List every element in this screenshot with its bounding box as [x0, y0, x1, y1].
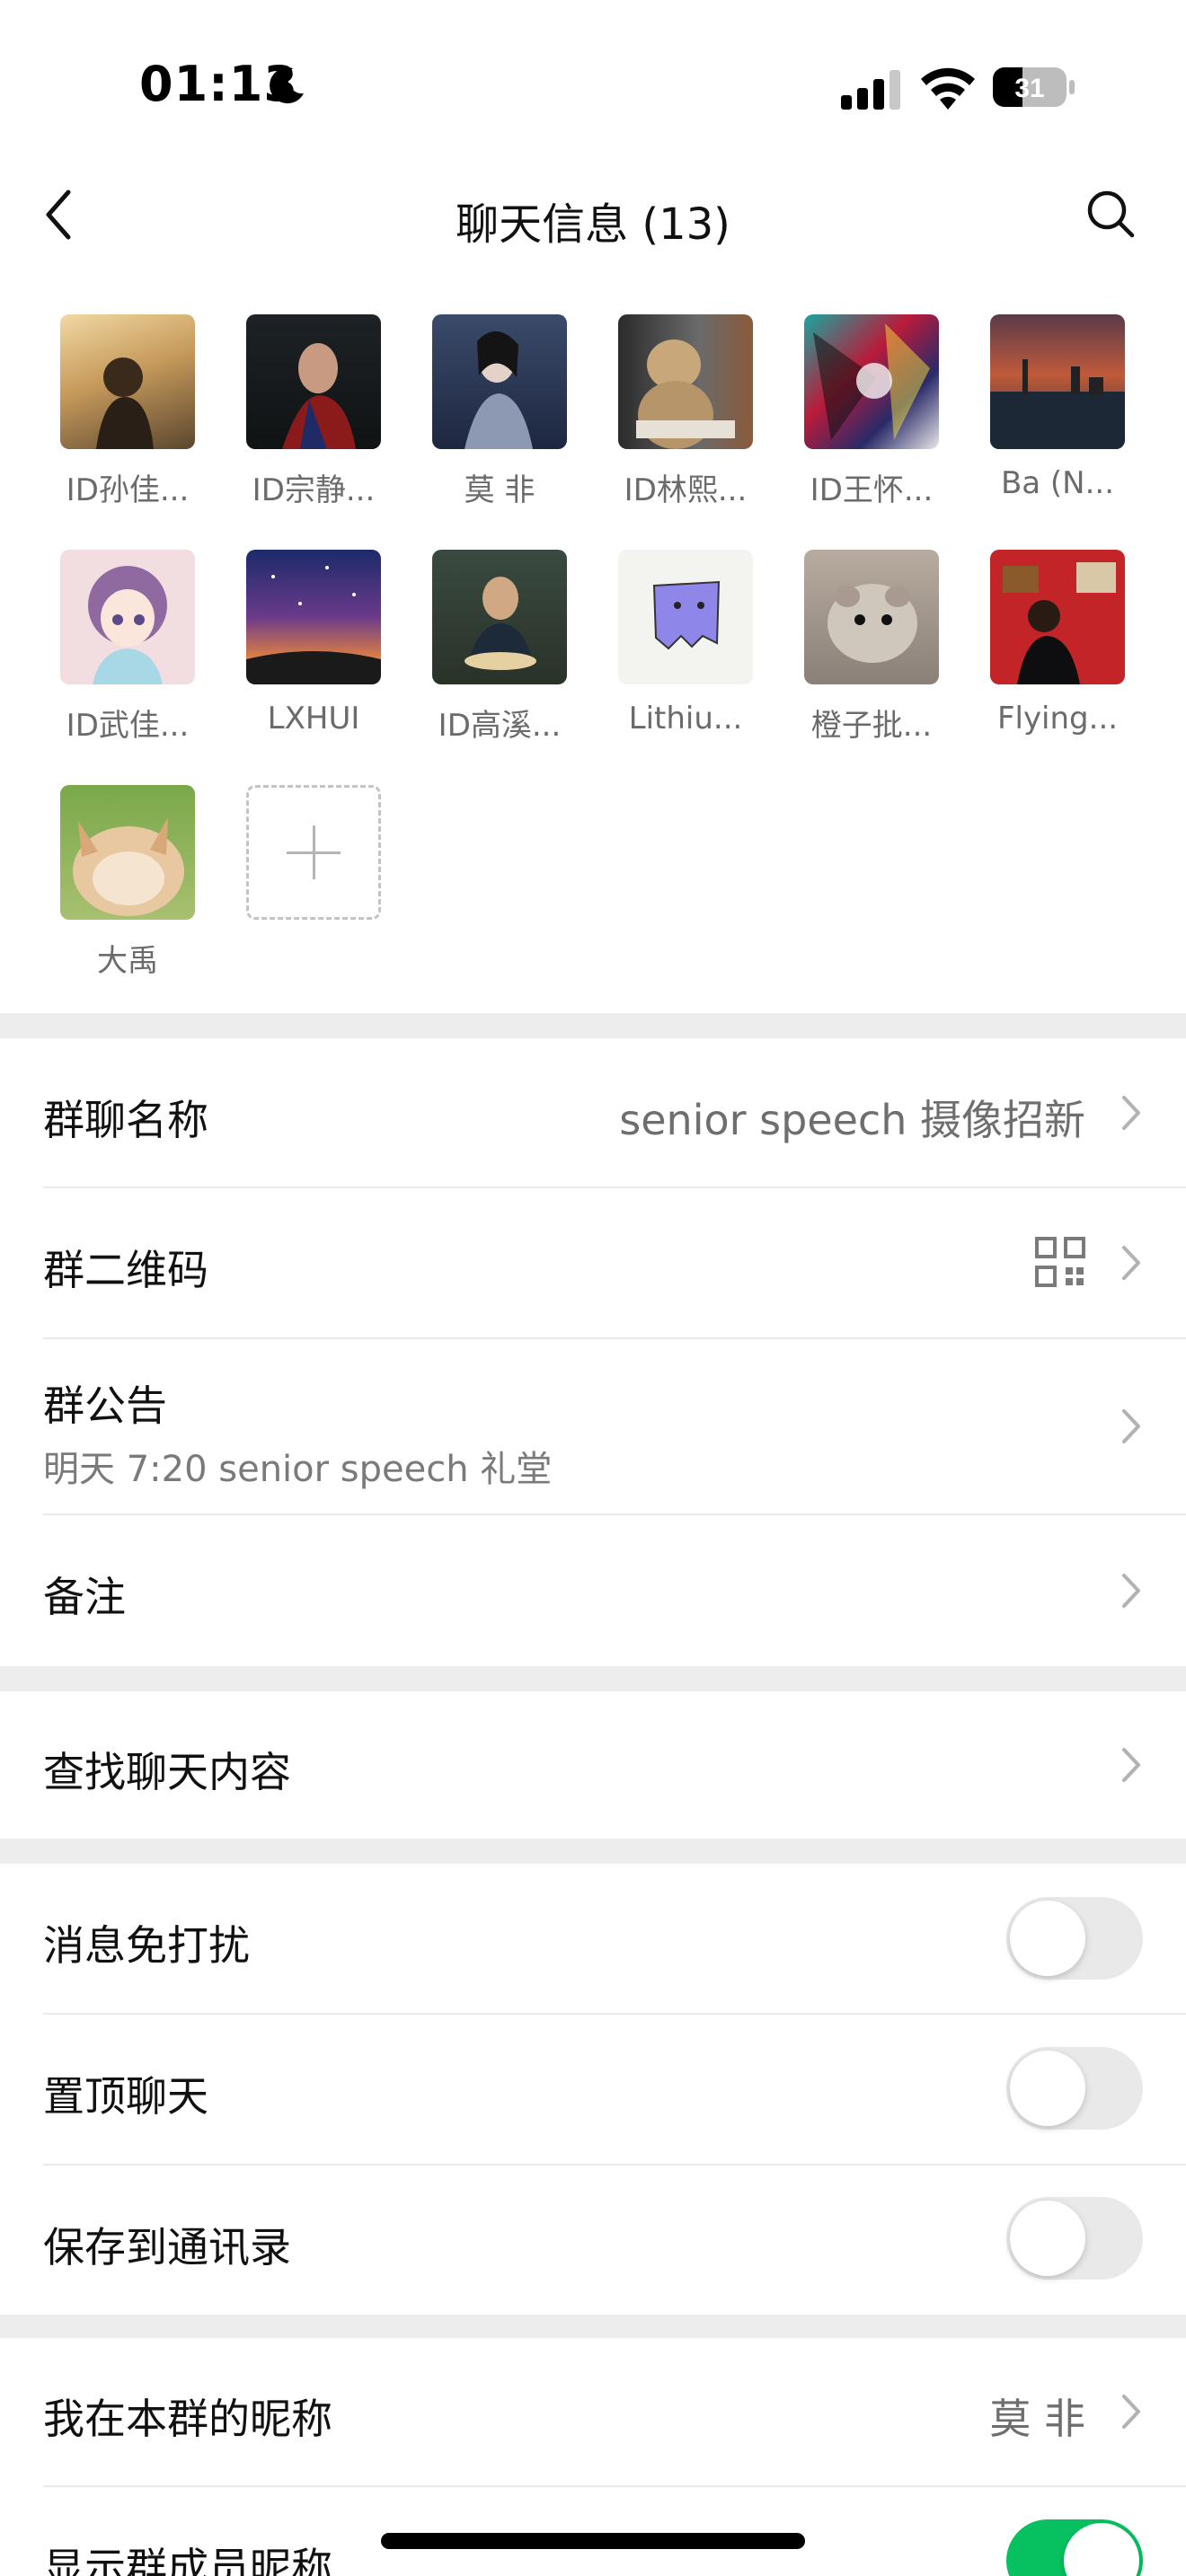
home-indicator: [381, 2533, 805, 2549]
member-item[interactable]: LXHUI: [242, 550, 385, 765]
avatar: [246, 550, 381, 684]
search-history-label: 查找聊天内容: [43, 1748, 291, 1796]
show-nicknames-toggle[interactable]: [1006, 2519, 1143, 2576]
member-item[interactable]: ID林熙...: [614, 314, 757, 530]
chevron-right-icon: [1122, 1246, 1140, 1280]
member-item[interactable]: ID武佳...: [56, 550, 199, 765]
avatar: [618, 550, 753, 684]
moon-icon: [270, 67, 304, 104]
member-item[interactable]: ID宗静...: [242, 314, 385, 530]
member-item[interactable]: ID孙佳...: [56, 314, 199, 530]
avatar: [60, 314, 195, 449]
member-item[interactable]: Lithiu...: [614, 550, 757, 765]
avatar: [990, 550, 1125, 684]
toggle-knob: [1010, 2201, 1085, 2276]
avatar: [432, 550, 567, 684]
member-item[interactable]: Ba (N...: [986, 314, 1129, 530]
group-name-value: senior speech 摄像招新: [619, 1096, 1085, 1144]
my-nickname-row[interactable]: 我在本群的昵称 莫 非: [0, 2338, 1186, 2485]
toggle-knob: [1010, 2051, 1085, 2126]
remark-row[interactable]: 备注: [0, 1515, 1186, 1666]
my-nickname-value: 莫 非: [989, 2395, 1085, 2443]
member-grid: ID孙佳... ID宗静... 莫 非 ID林熙... ID王怀... Ba (…: [0, 302, 1186, 1013]
chevron-right-icon: [1122, 1748, 1140, 1782]
battery-level: 31: [1014, 74, 1044, 103]
mute-row: 消息免打扰: [0, 1864, 1186, 2013]
section-gap: [0, 2315, 1186, 2338]
member-item[interactable]: 橙子批...: [800, 550, 943, 765]
qr-code-icon: [1035, 1237, 1085, 1287]
announcement-label: 群公告: [43, 1381, 167, 1430]
pin-toggle[interactable]: [1006, 2047, 1143, 2130]
qr-code-row[interactable]: 群二维码: [0, 1188, 1186, 1337]
avatar: [60, 785, 195, 920]
add-member-button[interactable]: [246, 785, 381, 920]
member-name: ID孙佳...: [66, 472, 190, 508]
member-name: ID宗静...: [252, 472, 376, 508]
save-contacts-label: 保存到通讯录: [43, 2223, 291, 2272]
announcement-row[interactable]: 群公告 明天 7:20 senior speech 礼堂: [0, 1339, 1186, 1513]
avatar: [432, 314, 567, 449]
member-name: 橙子批...: [810, 708, 933, 744]
wifi-icon: [921, 67, 975, 110]
remark-label: 备注: [43, 1573, 126, 1621]
save-contacts-toggle[interactable]: [1006, 2197, 1143, 2280]
member-name: LXHUI: [267, 701, 360, 737]
avatar: [618, 314, 753, 449]
section-gap: [0, 1666, 1186, 1691]
member-item[interactable]: ID王怀...: [800, 314, 943, 530]
announcement-text: 明天 7:20 senior speech 礼堂: [43, 1449, 553, 1490]
my-nickname-label: 我在本群的昵称: [43, 2395, 332, 2443]
group-name-label: 群聊名称: [43, 1096, 208, 1144]
member-item[interactable]: 大禹: [56, 785, 199, 1001]
pin-row: 置顶聊天: [0, 2015, 1186, 2164]
avatar: [246, 314, 381, 449]
member-name: ID王怀...: [810, 472, 934, 508]
section-gap: [0, 1839, 1186, 1864]
avatar: [804, 550, 939, 684]
page-title: 聊天信息 (13): [456, 199, 730, 250]
member-item[interactable]: 莫 非: [428, 314, 571, 530]
member-name: ID高溪...: [438, 708, 562, 744]
toggle-knob: [1010, 1901, 1085, 1976]
show-nicknames-row: 显示群成员昵称: [0, 2487, 1186, 2576]
chevron-right-icon: [1122, 1574, 1140, 1608]
nav-bar: 聊天信息 (13): [0, 171, 1186, 260]
member-item[interactable]: Flying...: [986, 550, 1129, 765]
save-contacts-row: 保存到通讯录: [0, 2166, 1186, 2315]
battery-icon: 31: [993, 67, 1075, 107]
chevron-right-icon: [1122, 1096, 1140, 1130]
qr-code-label: 群二维码: [43, 1246, 208, 1294]
search-history-row[interactable]: 查找聊天内容: [0, 1691, 1186, 1839]
mute-toggle[interactable]: [1006, 1897, 1143, 1980]
signal-icon: [841, 70, 900, 110]
member-name: ID武佳...: [66, 708, 190, 744]
avatar: [990, 314, 1125, 449]
member-name: Lithiu...: [628, 701, 743, 737]
section-gap: [0, 1013, 1186, 1038]
avatar: [60, 550, 195, 684]
member-name: ID林熙...: [624, 472, 748, 508]
member-name: 大禹: [97, 943, 158, 979]
show-nicknames-label: 显示群成员昵称: [43, 2544, 332, 2576]
chevron-right-icon: [1122, 1409, 1140, 1443]
member-name: 莫 非: [464, 472, 535, 508]
status-bar: 01:13 31: [0, 0, 1186, 171]
member-name: Flying...: [996, 701, 1119, 737]
search-icon[interactable]: [1084, 187, 1137, 241]
mute-label: 消息免打扰: [43, 1921, 250, 1970]
toggle-knob: [1064, 2523, 1139, 2576]
member-item[interactable]: ID高溪...: [428, 550, 571, 765]
avatar: [804, 314, 939, 449]
member-name: Ba (N...: [1000, 465, 1115, 501]
chevron-right-icon: [1122, 2395, 1140, 2429]
group-name-row[interactable]: 群聊名称 senior speech 摄像招新: [0, 1038, 1186, 1187]
pin-label: 置顶聊天: [43, 2072, 208, 2121]
